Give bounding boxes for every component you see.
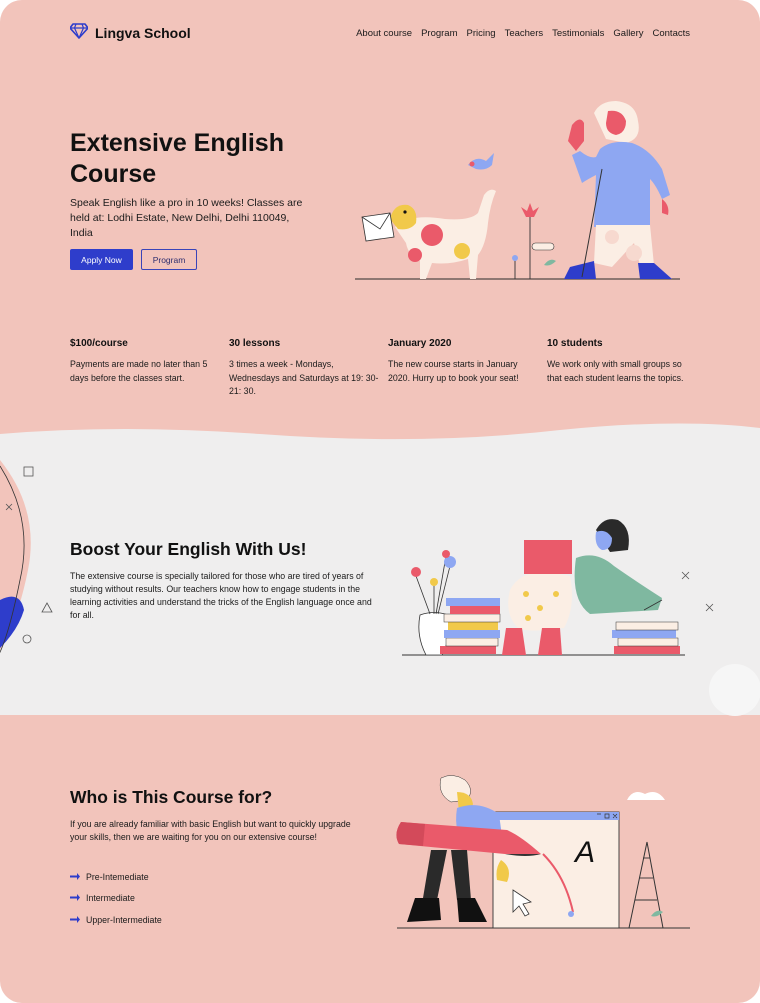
list-item: Upper-Intermediate <box>70 909 162 931</box>
board-letter: A <box>573 836 595 869</box>
who-title: Who is This Course for? <box>70 787 273 807</box>
nav-teachers[interactable]: Teachers <box>505 28 544 39</box>
arrow-right-icon <box>70 915 80 925</box>
feature-text: 3 times a week - Mondays, Wednesdays and… <box>229 359 379 396</box>
level-label: Pre-Intemediate <box>86 871 149 882</box>
hero-illustration <box>355 101 680 280</box>
feature-students: 10 students We work only with small grou… <box>547 338 697 385</box>
nav-testimonials[interactable]: Testimonials <box>552 28 604 39</box>
pencil-carrier-illustration: A <box>396 775 690 929</box>
feature-title: 30 lessons <box>229 338 281 349</box>
program-button[interactable]: Program <box>141 249 197 270</box>
level-label: Upper-Intermediate <box>86 914 162 925</box>
arrow-right-icon <box>70 872 80 882</box>
header: Lingva School About course Program Prici… <box>69 22 690 44</box>
feature-price: $100/course Payments are made no later t… <box>70 338 220 385</box>
feature-text: We work only with small groups so that e… <box>547 359 684 383</box>
list-item: Pre-Intemediate <box>70 866 162 888</box>
arrow-right-icon <box>70 893 80 903</box>
feature-text: Payments are made no later than 5 days b… <box>70 359 208 383</box>
brand-name: Lingva School <box>95 25 191 41</box>
hero-subtitle: Speak English like a pro in 10 weeks! Cl… <box>70 197 303 239</box>
boost-title: Boost Your English With Us! <box>70 539 307 559</box>
feature-text: The new course starts in January 2020. H… <box>388 359 519 383</box>
nav-contacts[interactable]: Contacts <box>653 28 691 39</box>
nav-gallery[interactable]: Gallery <box>613 28 643 39</box>
feature-title: $100/course <box>70 338 128 349</box>
bird-illustration <box>468 153 494 170</box>
page: Lingva School About course Program Prici… <box>0 0 760 1003</box>
nav-program[interactable]: Program <box>421 28 457 39</box>
feature-title: January 2020 <box>388 338 452 349</box>
boost-text: The extensive course is specially tailor… <box>70 571 372 620</box>
nav-about-course[interactable]: About course <box>356 28 412 39</box>
list-item: Intermediate <box>70 888 162 910</box>
brand[interactable]: Lingva School <box>69 22 191 44</box>
diamond-icon <box>69 22 89 44</box>
level-list: Pre-Intemediate Intermediate Upper-Inter… <box>70 866 162 931</box>
feature-title: 10 students <box>547 338 603 349</box>
apply-now-button[interactable]: Apply Now <box>70 249 133 270</box>
feature-lessons: 30 lessons 3 times a week - Mondays, Wed… <box>229 338 379 399</box>
hero-title: Extensive English Course <box>70 129 284 188</box>
flowers-illustration <box>512 203 556 279</box>
woman-illustration <box>564 101 672 279</box>
level-label: Intermediate <box>86 893 135 904</box>
who-text: If you are already familiar with basic E… <box>70 819 351 842</box>
nav-pricing[interactable]: Pricing <box>467 28 496 39</box>
dog-illustration <box>361 189 496 279</box>
reading-woman-illustration <box>402 519 685 656</box>
main-nav: About course Program Pricing Teachers Te… <box>356 28 690 39</box>
feature-start-date: January 2020 The new course starts in Ja… <box>388 338 538 385</box>
